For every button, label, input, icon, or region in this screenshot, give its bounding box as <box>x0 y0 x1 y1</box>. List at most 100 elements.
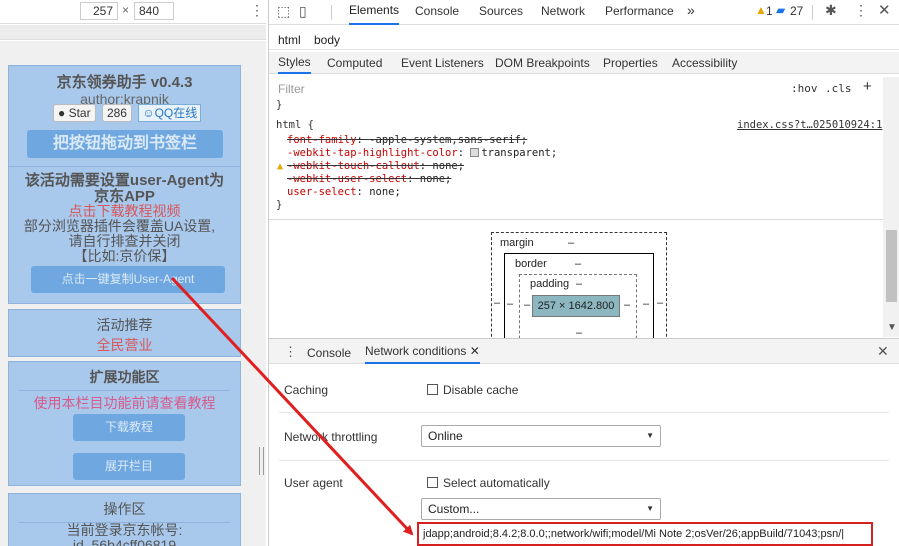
disable-cache-checkbox[interactable]: Disable cache <box>427 383 518 397</box>
header-panel: 京东领券助手 v0.4.3 author:krapnik ● Star 286 … <box>8 65 241 179</box>
download-tutorial-button[interactable]: 下载教程 <box>73 414 185 441</box>
drawer-menu-icon[interactable]: ⋮ <box>284 344 297 360</box>
tab-properties[interactable]: Properties <box>603 56 658 70</box>
drawer-tab-console[interactable]: Console <box>307 346 351 360</box>
copy-ua-button[interactable]: 点击一键复制User-Agent <box>31 266 225 293</box>
border-label: border <box>515 258 547 270</box>
tab-console[interactable]: Console <box>415 4 459 18</box>
throttling-select[interactable]: Online ▼ <box>421 425 661 447</box>
ua-notice-line5: 【比如:京价保】 <box>73 248 176 264</box>
divider <box>279 460 889 461</box>
message-icon: ▰ <box>776 3 786 17</box>
toolbar-divider <box>331 5 332 20</box>
expand-section-button[interactable]: 展开栏目 <box>73 453 185 480</box>
chevron-down-icon: ▼ <box>646 431 654 440</box>
styles-pane: } html { index.css?t…025010924:1 font-fa… <box>269 99 883 219</box>
tab-network[interactable]: Network <box>541 4 585 18</box>
close-devtools-icon[interactable]: ✕ <box>878 1 891 19</box>
rule-close: } <box>276 199 283 211</box>
user-agent-input[interactable]: jdapp;android;8.4.2;8.0.0;;network/wifi;… <box>417 522 873 546</box>
gear-icon[interactable]: ✱ <box>825 2 837 19</box>
border-right-value[interactable]: – <box>643 298 649 310</box>
ua-notice-line2: 京东APP <box>94 188 155 205</box>
activity-link[interactable]: 全民营业 <box>9 335 240 355</box>
border-value[interactable]: – <box>575 258 581 270</box>
tab-close-icon[interactable]: ✕ <box>470 344 480 358</box>
padding-left-value[interactable]: – <box>524 299 530 311</box>
rule-selector[interactable]: html { <box>276 119 314 131</box>
margin-value[interactable]: – <box>568 237 574 249</box>
drawer-tabbar: ⋮ Console Network conditions ✕ ✕ <box>269 338 899 364</box>
github-icon: ● <box>58 106 66 120</box>
scroll-down-icon[interactable]: ▼ <box>887 322 897 333</box>
tab-event-listeners[interactable]: Event Listeners <box>401 56 484 70</box>
crumb-html[interactable]: html <box>278 33 301 47</box>
breadcrumb: html body <box>269 30 899 50</box>
user-agent-select[interactable]: Custom... ▼ <box>421 498 661 520</box>
chevron-down-icon: ▼ <box>646 504 654 513</box>
padding-value[interactable]: – <box>576 278 582 290</box>
github-star-button[interactable]: ● Star <box>53 104 96 122</box>
styles-scrollbar-thumb[interactable] <box>886 230 897 302</box>
qq-icon: ☺ <box>142 106 155 120</box>
caching-label: Caching <box>284 383 329 397</box>
device-height-input[interactable]: 840 <box>134 2 174 20</box>
css-decl-user-select[interactable]: user-select: none; <box>287 186 401 198</box>
tab-performance[interactable]: Performance <box>605 4 674 18</box>
css-decl-webkit-user-select[interactable]: -webkit-user-select: none; <box>287 173 451 185</box>
tab-sources[interactable]: Sources <box>479 4 523 18</box>
box-model-content[interactable]: 257 × 1642.800 <box>532 295 620 317</box>
checkbox-box[interactable] <box>427 477 438 488</box>
device-menu-icon[interactable]: ⋮ <box>250 2 264 19</box>
star-count: 286 <box>101 104 132 122</box>
padding-right-value[interactable]: – <box>624 299 630 311</box>
stylesheet-source-link[interactable]: index.css?t…025010924:1 <box>737 119 882 131</box>
user-agent-label: User agent <box>284 476 343 490</box>
css-decl-touch-callout[interactable]: -webkit-touch-callout: none; <box>287 160 464 172</box>
hov-toggle[interactable]: :hov <box>791 82 818 95</box>
operation-title: 操作区 <box>19 499 230 523</box>
tab-computed[interactable]: Computed <box>327 56 382 70</box>
device-toolbar: 257 × 840 ⋮ <box>0 0 266 24</box>
checkbox-box[interactable] <box>427 384 438 395</box>
crumb-body[interactable]: body <box>314 33 340 47</box>
extension-title: 扩展功能区 <box>19 367 230 391</box>
tutorial-video-link[interactable]: 点击下载教程视频 <box>9 204 240 219</box>
qq-online-button[interactable]: ☺QQ在线 <box>138 104 202 122</box>
styles-filter-input[interactable]: Filter <box>278 82 305 96</box>
new-rule-icon[interactable]: + <box>863 78 872 95</box>
padding-label: padding <box>530 278 570 290</box>
tab-accessibility[interactable]: Accessibility <box>672 56 737 70</box>
bookmark-drag-button[interactable]: 把按钮拖动到书签栏 <box>27 130 223 158</box>
ua-notice-line3: 部分浏览器插件会覆盖UA设置, <box>23 218 216 234</box>
select-automatically-checkbox[interactable]: Select automatically <box>427 476 550 490</box>
extension-notice: 使用本栏目功能前请查看教程 <box>33 395 216 411</box>
color-swatch[interactable] <box>470 148 480 157</box>
styles-subtabs: Styles Computed Event Listeners DOM Brea… <box>269 52 899 74</box>
tab-dom-breakpoints[interactable]: DOM Breakpoints <box>495 56 590 70</box>
drawer-tab-network-conditions[interactable]: Network conditions ✕ <box>365 339 480 364</box>
close-drawer-icon[interactable]: ✕ <box>877 343 889 360</box>
tab-styles[interactable]: Styles <box>278 52 311 74</box>
margin-left-value[interactable]: – <box>494 297 500 309</box>
operation-panel: 操作区 当前登录京东帐号: jd_56b4cff06819 <box>8 493 241 546</box>
device-toggle-icon[interactable]: ▯ <box>299 3 307 20</box>
kebab-menu-icon[interactable]: ⋮ <box>854 2 868 19</box>
device-viewport-area: 257 × 840 ⋮ 京东领券助手 v0.4.3 author:krapnik… <box>0 0 266 546</box>
more-tabs-button[interactable]: » <box>687 2 695 18</box>
tab-elements[interactable]: Elements <box>349 0 400 25</box>
css-decl-font-family[interactable]: font-family: -apple-system,sans-serif; <box>287 134 527 146</box>
cls-toggle[interactable]: .cls <box>825 82 852 95</box>
github-row: ● Star 286 ☺QQ在线 <box>53 104 202 122</box>
inspect-element-icon[interactable]: ⬚ <box>277 3 290 20</box>
account-label: 当前登录京东帐号: <box>66 522 183 538</box>
border-left-value[interactable]: – <box>507 298 513 310</box>
css-decl-tap-highlight[interactable]: -webkit-tap-highlight-color: transparent… <box>287 147 557 159</box>
throttling-label: Network throttling <box>284 430 378 444</box>
margin-right-value[interactable]: – <box>657 297 663 309</box>
rule-close-top: } <box>276 99 283 111</box>
device-width-input[interactable]: 257 <box>80 2 118 20</box>
devtools-toolbar: ⬚ ▯ Elements Console Sources Network Per… <box>269 0 899 25</box>
resize-handle[interactable] <box>259 447 264 475</box>
ua-notice-line4: 请自行排查并关闭 <box>68 233 181 249</box>
